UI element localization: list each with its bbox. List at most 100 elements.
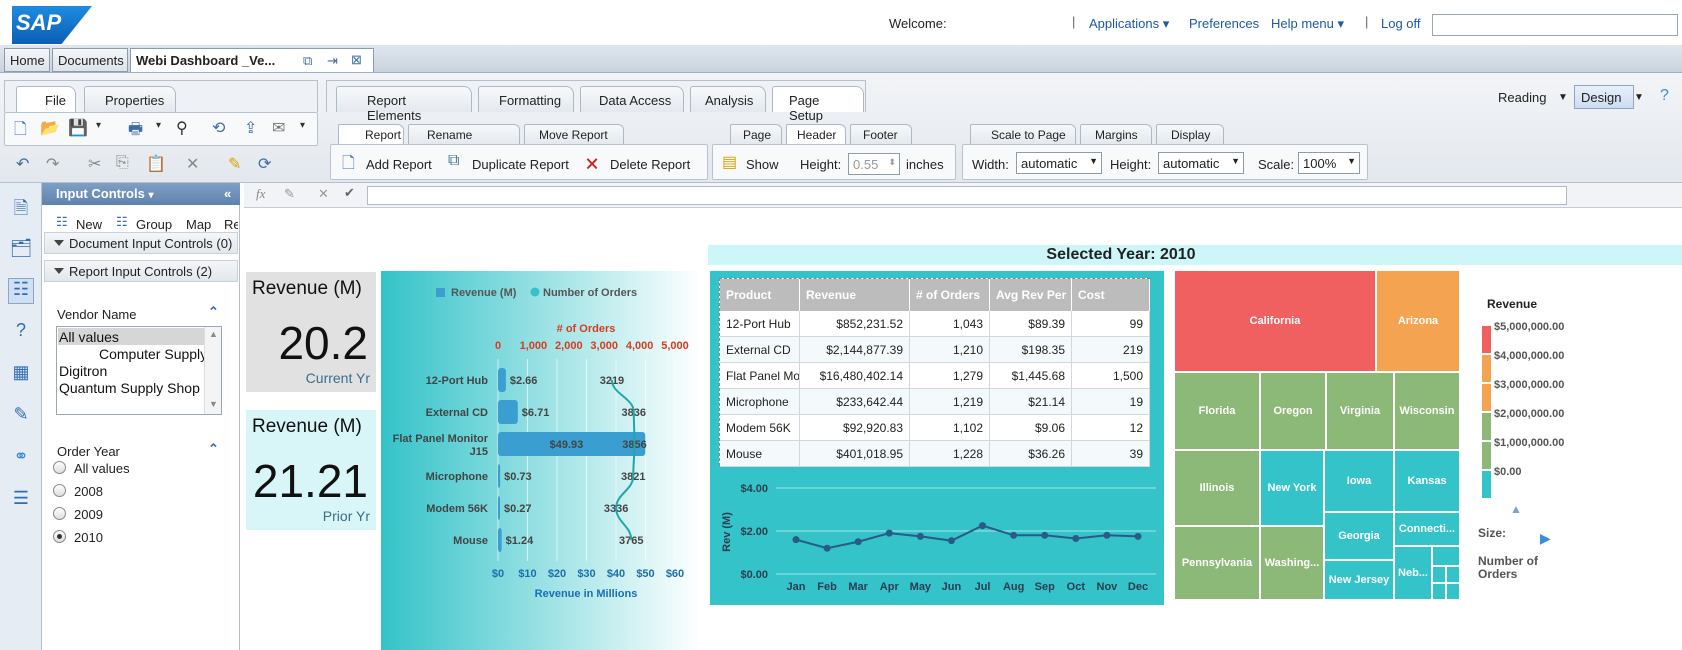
delete-report-button[interactable]: Delete Report <box>610 157 690 172</box>
tab-page-setup[interactable]: Page Setup <box>772 86 864 123</box>
print-icon[interactable]: 🖶 <box>128 118 143 145</box>
copy-icon[interactable]: ⎘ <box>116 154 129 172</box>
applications-menu[interactable]: Applications ▾ <box>1089 16 1169 32</box>
radio-2010[interactable] <box>53 530 66 543</box>
tab-formatting[interactable]: Formatting <box>478 86 574 112</box>
radio-2008[interactable] <box>53 484 66 497</box>
treemap-cell[interactable]: Neb... <box>1394 546 1432 600</box>
design-mode-button[interactable]: Design <box>1574 85 1634 109</box>
radio-all-values[interactable] <box>53 461 66 474</box>
table-cell[interactable]: 19 <box>1072 389 1150 415</box>
table-cell[interactable]: $21.14 <box>990 389 1072 415</box>
stepper-arrows-icon[interactable]: ⬍ <box>888 157 896 168</box>
column-header[interactable]: Cost <box>1072 279 1150 311</box>
cut-icon[interactable]: ✂ <box>88 154 101 174</box>
height-select[interactable]: automatic ▼ <box>1158 152 1244 174</box>
group-button[interactable]: Group <box>136 217 172 232</box>
subtab-report[interactable]: Report <box>338 124 404 144</box>
map-button[interactable]: Map <box>186 217 211 232</box>
collapse-up-icon[interactable]: ⌃ <box>208 441 219 457</box>
formula-icon[interactable]: fx <box>256 186 265 202</box>
treemap-cell[interactable]: New York <box>1260 450 1324 526</box>
table-cell[interactable]: $16,480,402.14 <box>800 363 910 389</box>
column-header[interactable]: Product <box>720 279 800 311</box>
document-structure-icon[interactable]: ✎ <box>8 404 34 430</box>
find-icon[interactable]: ⚲ <box>176 118 188 138</box>
new-document-icon[interactable]: 🗋 <box>14 118 27 145</box>
table-cell[interactable]: 99 <box>1072 311 1150 337</box>
table-cell[interactable]: $233,642.44 <box>800 389 910 415</box>
save-icon[interactable]: 💾 <box>68 118 88 138</box>
tab-documents[interactable]: Documents <box>52 48 128 72</box>
scale-select[interactable]: 100% ▼ <box>1298 152 1360 174</box>
print-dropdown-icon[interactable]: ▾ <box>156 120 161 131</box>
table-cell[interactable]: 1,279 <box>910 363 990 389</box>
report-map-icon[interactable]: 🗂 <box>8 238 34 264</box>
cancel-formula-icon[interactable]: ✕ <box>318 186 329 202</box>
radio-2009[interactable] <box>53 507 66 520</box>
tab-webi-dashboard[interactable]: Webi Dashboard _Ve... ⧉ ⇥ ⊠ <box>130 48 374 72</box>
treemap-cell[interactable]: New Jersey <box>1324 560 1394 600</box>
product-table[interactable]: Product Revenue # of Orders Avg Rev Per Cost… <box>719 278 1150 467</box>
table-cell[interactable]: $2,144,877.39 <box>800 337 910 363</box>
design-dropdown-icon[interactable]: ▼ <box>1634 92 1644 103</box>
truncated-toolbar-button[interactable]: Re <box>224 217 238 232</box>
comments-icon[interactable]: ☰ <box>8 488 34 514</box>
treemap-cell[interactable]: Illinois <box>1174 450 1260 526</box>
email-icon[interactable]: ✉ <box>272 118 285 138</box>
help-icon[interactable]: ? <box>1660 87 1669 105</box>
collapse-panel-icon[interactable]: « <box>224 186 231 201</box>
document-summary-icon[interactable]: 🗎 <box>8 196 34 222</box>
column-header[interactable]: Avg Rev Per <box>990 279 1072 311</box>
tab-analysis[interactable]: Analysis <box>690 86 766 112</box>
column-header[interactable]: Revenue <box>800 279 910 311</box>
table-cell[interactable]: 39 <box>1072 441 1150 467</box>
web-service-icon[interactable]: ? <box>8 320 34 346</box>
collapse-up-icon[interactable]: ⌃ <box>208 304 219 320</box>
reading-dropdown-icon[interactable]: ▼ <box>1558 92 1568 103</box>
treemap-cell[interactable] <box>1446 566 1460 583</box>
reading-mode-button[interactable]: Reading <box>1498 90 1546 105</box>
refresh-icon[interactable]: ⟳ <box>258 154 271 174</box>
tab-report-elements[interactable]: Report Elements <box>336 86 472 123</box>
revenue-treemap[interactable]: California Arizona Florida Oregon Virgin… <box>1174 270 1460 600</box>
help-menu[interactable]: Help menu ▾ <box>1271 16 1344 32</box>
export-icon[interactable]: ⇪ <box>244 118 257 138</box>
monthly-revenue-line-chart[interactable]: $4.00 $2.00 $0.00 Rev (M) Jan Feb Mar Apr May Jun… <box>710 470 1164 605</box>
header-height-stepper[interactable]: 0.55 ⬍ <box>848 153 900 175</box>
treemap-cell[interactable]: California <box>1174 270 1376 372</box>
table-cell[interactable]: 1,219 <box>910 389 990 415</box>
available-objects-icon[interactable]: ▦ <box>8 362 34 388</box>
close-icon[interactable]: ⊠ <box>351 52 362 68</box>
track-changes-icon[interactable]: ⟲ <box>212 118 225 138</box>
scroll-down-icon[interactable]: ▼ <box>209 399 218 409</box>
redo-icon[interactable]: ↷ <box>46 154 59 174</box>
treemap-cell[interactable]: Washing... <box>1260 526 1324 600</box>
treemap-cell[interactable]: Arizona <box>1376 270 1460 372</box>
vendor-listbox[interactable]: All values Computer Supply Digitron Quan… <box>56 326 222 415</box>
validate-formula-icon[interactable]: ✔ <box>344 185 355 201</box>
legend-scroll-up-icon[interactable]: ▲ <box>1510 502 1522 516</box>
table-cell[interactable]: $401,018.95 <box>800 441 910 467</box>
table-cell[interactable]: 1,102 <box>910 415 990 441</box>
legend-next-icon[interactable]: ▶ <box>1540 530 1551 547</box>
subtab-display[interactable]: Display <box>1156 124 1224 144</box>
save-dropdown-icon[interactable]: ▾ <box>96 120 101 131</box>
send-dropdown-icon[interactable]: ▾ <box>300 120 305 131</box>
table-cell[interactable]: 12-Port Hub <box>720 311 800 337</box>
search-input[interactable] <box>1432 14 1678 36</box>
list-item[interactable]: Digitron <box>59 363 107 379</box>
input-controls-icon[interactable]: ☷ <box>8 278 34 304</box>
table-cell[interactable]: Modem 56K <box>720 415 800 441</box>
table-cell[interactable]: $852,231.52 <box>800 311 910 337</box>
table-cell[interactable]: $1,445.68 <box>990 363 1072 389</box>
treemap-cell[interactable]: Georgia <box>1324 512 1394 560</box>
data-icon[interactable]: ⚭ <box>8 446 34 472</box>
table-cell[interactable]: 219 <box>1072 337 1150 363</box>
treemap-cell[interactable]: Virginia <box>1326 372 1394 450</box>
treemap-cell[interactable] <box>1432 546 1460 566</box>
table-cell[interactable]: $92,920.83 <box>800 415 910 441</box>
table-cell[interactable]: 1,228 <box>910 441 990 467</box>
table-cell[interactable]: $89.39 <box>990 311 1072 337</box>
formula-input[interactable] <box>367 186 1567 205</box>
